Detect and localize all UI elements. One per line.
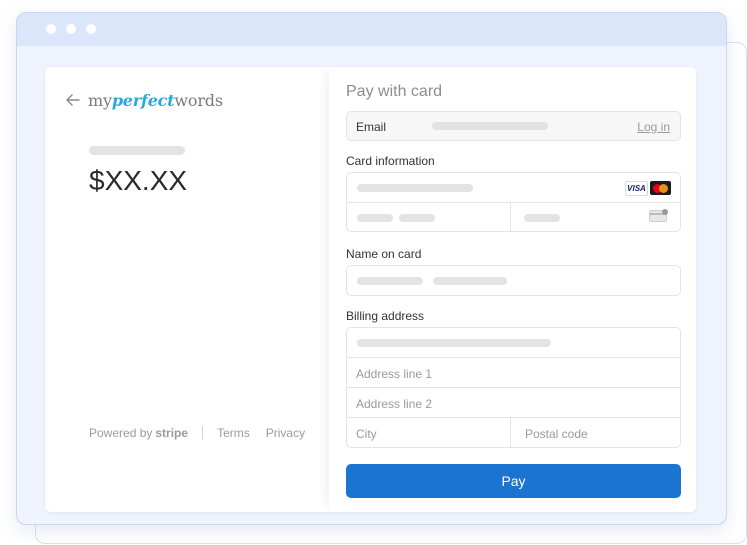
- logo-text-my: my: [88, 91, 112, 110]
- card-number-placeholder[interactable]: [357, 184, 473, 192]
- cvc-placeholder[interactable]: [524, 214, 560, 222]
- footer: Powered by stripe Terms Privacy: [89, 426, 321, 440]
- city-input[interactable]: City: [356, 427, 377, 441]
- address-line-2-input[interactable]: Address line 2: [356, 397, 432, 411]
- product-name-placeholder: [89, 146, 185, 155]
- first-name-placeholder: [357, 277, 423, 285]
- payment-panel: Pay with card Email Log in Card informat…: [329, 67, 696, 512]
- order-summary-panel: myperfectwords $XX.XX Powered by stripe …: [45, 67, 329, 512]
- name-on-card-label: Name on card: [346, 247, 422, 261]
- mastercard-icon: [650, 181, 671, 195]
- expiry-placeholder-1[interactable]: [357, 214, 393, 222]
- footer-divider: [202, 426, 204, 440]
- merchant-logo: myperfectwords: [88, 91, 223, 110]
- browser-window: myperfectwords $XX.XX Powered by stripe …: [16, 12, 727, 525]
- checkout-window: myperfectwords $XX.XX Powered by stripe …: [45, 67, 696, 512]
- address-line-1-input[interactable]: Address line 1: [356, 367, 432, 381]
- card-row-divider: [347, 202, 680, 203]
- card-information-label: Card information: [346, 154, 435, 168]
- stripe-logo[interactable]: stripe: [155, 426, 188, 440]
- last-name-placeholder: [433, 277, 507, 285]
- billing-divider-3: [347, 417, 680, 418]
- email-label: Email: [356, 120, 387, 134]
- billing-address-label: Billing address: [346, 309, 425, 323]
- terms-link[interactable]: Terms: [217, 426, 250, 440]
- login-link[interactable]: Log in: [637, 120, 670, 134]
- postal-code-input[interactable]: Postal code: [525, 427, 588, 441]
- pay-with-card-title: Pay with card: [346, 83, 443, 100]
- window-dot-2: [66, 24, 76, 34]
- pay-button[interactable]: Pay: [346, 464, 681, 498]
- expiry-placeholder-2[interactable]: [399, 214, 435, 222]
- price-amount: $XX.XX: [89, 165, 188, 196]
- card-information-field: VISA: [346, 172, 681, 232]
- card-col-divider: [510, 203, 511, 231]
- name-on-card-field[interactable]: [346, 265, 681, 296]
- browser-titlebar: [17, 13, 726, 46]
- logo-text-words: words: [174, 91, 223, 110]
- billing-col-divider: [510, 418, 511, 447]
- back-arrow-icon[interactable]: [65, 93, 81, 107]
- billing-address-field: Address line 1 Address line 2 City Posta…: [346, 327, 681, 448]
- powered-by-label: Powered by: [89, 426, 153, 440]
- billing-divider-1: [347, 357, 680, 358]
- privacy-link[interactable]: Privacy: [266, 426, 305, 440]
- logo-text-perfect: perfect: [111, 91, 175, 110]
- cvc-icon: [649, 209, 668, 222]
- billing-divider-2: [347, 387, 680, 388]
- email-field[interactable]: Email Log in: [346, 111, 681, 141]
- email-value-placeholder: [432, 122, 548, 130]
- window-dot-1: [46, 24, 56, 34]
- window-dot-3: [86, 24, 96, 34]
- country-placeholder[interactable]: [357, 339, 551, 347]
- visa-icon: VISA: [625, 181, 648, 196]
